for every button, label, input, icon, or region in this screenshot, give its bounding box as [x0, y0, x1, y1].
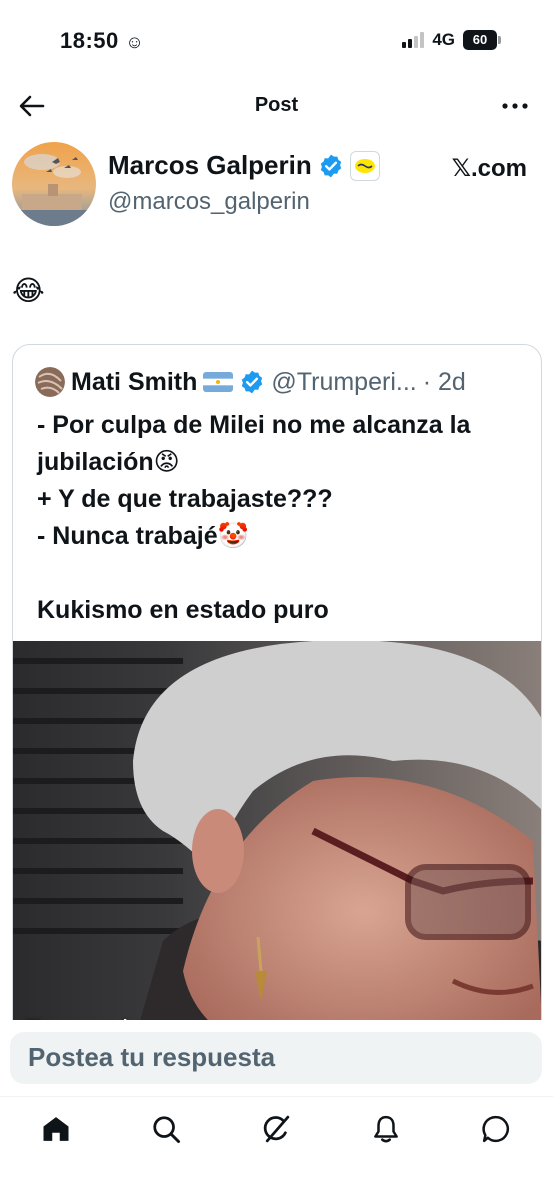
quoted-post[interactable]: Mati Smith @Trumperi... · 2d - Por culpa… — [12, 344, 542, 1044]
signal-icon — [402, 32, 425, 48]
quoted-post-header: Mati Smith @Trumperi... · 2d — [35, 367, 466, 397]
nav-home[interactable] — [38, 1111, 74, 1147]
nav-notifications[interactable] — [368, 1111, 404, 1147]
quoted-post-text: - Por culpa de Milei no me alcanza la ju… — [37, 411, 471, 624]
quoted-author-avatar — [35, 367, 65, 397]
status-indicators: 4G 60 — [402, 30, 501, 50]
messages-icon — [482, 1115, 510, 1143]
post-header: Post — [0, 80, 553, 132]
page-title: Post — [254, 94, 299, 116]
status-bar: 18:50 ☺ 4G 60 — [0, 0, 553, 80]
quoted-verified-badge-icon — [242, 370, 263, 394]
verified-badge-icon — [320, 154, 341, 177]
bottom-nav — [0, 1096, 553, 1200]
notifications-icon — [374, 1115, 398, 1143]
search-icon — [153, 1116, 180, 1143]
battery-level: 60 — [463, 30, 497, 50]
status-time: 18:50 ☺ — [60, 28, 145, 53]
home-icon — [43, 1117, 69, 1141]
author-name[interactable]: Marcos Galperin — [108, 150, 312, 181]
argentina-flag-icon — [203, 372, 234, 392]
source-label: 𝕏.com — [451, 155, 527, 182]
affiliate-badge-icon[interactable] — [349, 150, 380, 181]
nav-grok[interactable] — [258, 1111, 294, 1147]
quoted-post-time: · 2d — [422, 367, 466, 396]
reply-input[interactable]: Postea tu respuesta — [10, 1032, 542, 1084]
nav-search[interactable] — [148, 1111, 184, 1147]
more-options-button[interactable] — [499, 90, 531, 122]
grok-icon — [263, 1115, 290, 1143]
author-handle[interactable]: @marcos_galperin — [108, 188, 310, 216]
nav-messages[interactable] — [478, 1111, 514, 1147]
quoted-author-handle: @Trumperi... — [271, 367, 417, 396]
quoted-post-video[interactable]: Trumperizar — [13, 641, 541, 1043]
network-type: 4G — [432, 30, 455, 49]
reply-bar: Postea tu respuesta — [0, 1020, 553, 1096]
battery-icon: 60 — [463, 30, 501, 50]
author-name-row: Marcos Galperin — [108, 150, 380, 181]
smiley-icon: ☺ — [125, 32, 145, 52]
post-text: 😂 — [12, 275, 45, 306]
quoted-author-name: Mati Smith — [71, 367, 198, 396]
author-avatar[interactable] — [12, 142, 96, 226]
more-horizontal-icon — [502, 103, 528, 109]
